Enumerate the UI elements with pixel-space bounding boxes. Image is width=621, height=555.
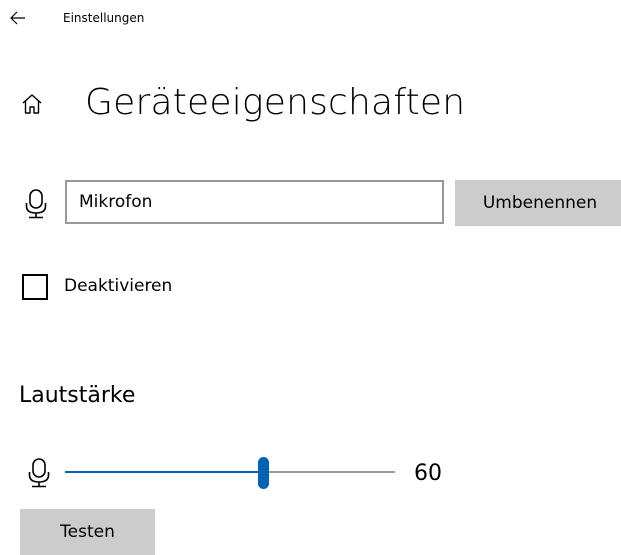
volume-slider[interactable] bbox=[65, 455, 395, 491]
page-title: Geräteeigenschaften bbox=[85, 82, 466, 123]
slider-thumb[interactable] bbox=[257, 457, 269, 489]
device-name-value: Mikrofon bbox=[79, 192, 153, 212]
arrow-left-icon bbox=[10, 11, 25, 25]
volume-value: 60 bbox=[414, 461, 442, 486]
disable-label[interactable]: Deaktivieren bbox=[64, 275, 172, 297]
home-icon[interactable] bbox=[20, 92, 44, 116]
device-name-input[interactable]: Mikrofon bbox=[65, 180, 444, 224]
test-button[interactable]: Testen bbox=[20, 509, 155, 555]
disable-checkbox[interactable] bbox=[22, 274, 48, 300]
back-button[interactable] bbox=[4, 4, 32, 32]
app-title: Einstellungen bbox=[63, 11, 145, 25]
settings-window: Einstellungen Geräteeigenschaften Mikrof… bbox=[0, 0, 621, 555]
slider-fill bbox=[65, 471, 263, 473]
rename-button[interactable]: Umbenennen bbox=[455, 180, 621, 226]
volume-section-title: Lautstärke bbox=[19, 383, 136, 408]
microphone-icon bbox=[25, 189, 47, 219]
microphone-icon bbox=[28, 458, 50, 488]
